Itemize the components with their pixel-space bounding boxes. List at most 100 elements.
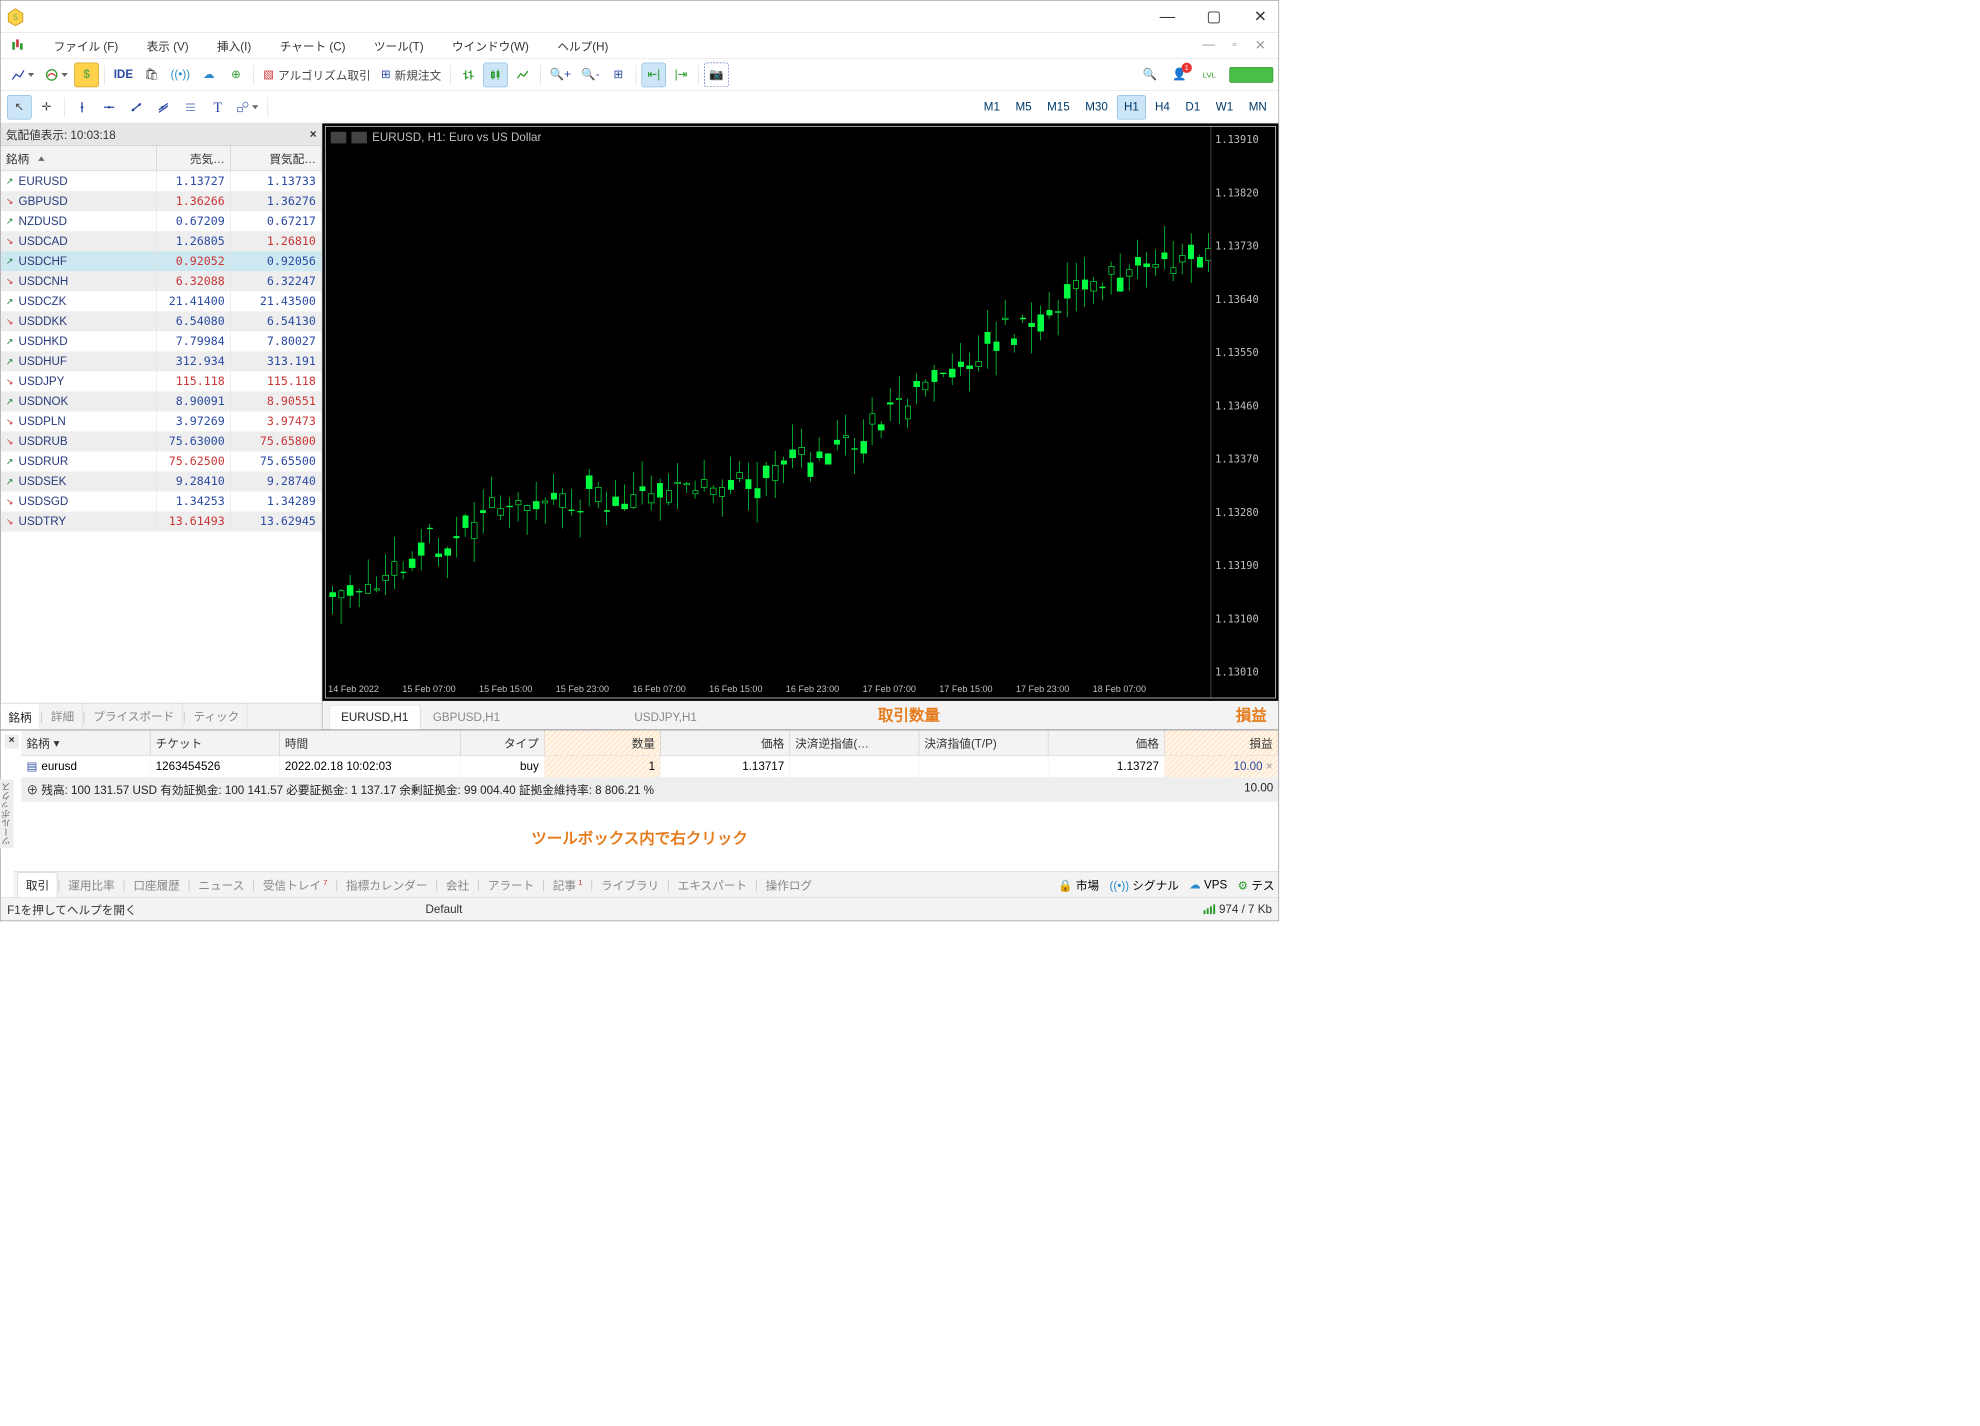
market-icon[interactable]: 🛍: [140, 62, 165, 87]
market-watch-close-icon[interactable]: ×: [310, 128, 317, 142]
shift-icon[interactable]: ⇤|: [642, 62, 667, 87]
toolbox-close-icon[interactable]: ×: [5, 735, 19, 749]
bar-chart-icon[interactable]: [456, 62, 481, 87]
mw-row-usdrur[interactable]: ↗ USDRUR75.6250075.65500: [1, 452, 322, 472]
crosshair-icon[interactable]: ✛: [34, 95, 59, 120]
search-icon[interactable]: 🔍: [1138, 62, 1163, 87]
hline-icon[interactable]: [97, 95, 122, 120]
mw-tab-symbols[interactable]: 銘柄: [1, 703, 40, 729]
toolbox-tab-10[interactable]: エキスパート: [670, 872, 755, 897]
line-chart-icon[interactable]: [510, 62, 535, 87]
toolbox-tab-11[interactable]: 操作ログ: [758, 872, 820, 897]
mw-row-usddkk[interactable]: ↘ USDDKK6.540806.54130: [1, 311, 322, 331]
channel-icon[interactable]: [151, 95, 176, 120]
toolbox-tab-6[interactable]: 会社: [438, 872, 477, 897]
mw-row-usdczk[interactable]: ↗ USDCZK21.4140021.43500: [1, 291, 322, 311]
toolbox-link[interactable]: 🔒 市場: [1058, 876, 1099, 893]
mw-row-usdchf[interactable]: ↗ USDCHF0.920520.92056: [1, 251, 322, 271]
mw-row-usdcnh[interactable]: ↘ USDCNH6.320886.32247: [1, 271, 322, 291]
signal-icon[interactable]: ((•)): [167, 62, 194, 87]
minimize-button[interactable]: —: [1154, 7, 1180, 25]
indicator-button[interactable]: [41, 62, 72, 87]
menu-insert[interactable]: 挿入(I): [214, 36, 253, 55]
timeframe-m30[interactable]: M30: [1079, 95, 1115, 120]
shapes-icon[interactable]: [233, 95, 263, 120]
timeframe-m5[interactable]: M5: [1009, 95, 1038, 120]
screenshot-icon[interactable]: 📷: [704, 62, 729, 87]
sort-asc-icon[interactable]: [38, 156, 44, 161]
mdi-minimize-button[interactable]: —: [1200, 37, 1218, 53]
dollar-icon[interactable]: $: [74, 62, 99, 87]
mw-row-usdtry[interactable]: ↘ USDTRY13.6149313.62945: [1, 512, 322, 532]
timeframe-mn[interactable]: MN: [1242, 95, 1273, 120]
mw-tab-tick[interactable]: ティック: [186, 703, 248, 729]
menu-tools[interactable]: ツール(T): [371, 36, 426, 55]
menu-view[interactable]: 表示 (V): [144, 36, 191, 55]
maximize-button[interactable]: ▢: [1201, 7, 1227, 26]
toolbox-tab-5[interactable]: 指標カレンダー: [338, 872, 435, 897]
toolbox-tab-9[interactable]: ライブラリ: [593, 872, 667, 897]
chart-tab-usdjpy[interactable]: USDJPY,H1: [622, 705, 709, 730]
mw-row-usdrub[interactable]: ↘ USDRUB75.6300075.65800: [1, 432, 322, 452]
trendline-icon[interactable]: [124, 95, 149, 120]
chart-type-line-button[interactable]: [7, 62, 38, 87]
vps-cloud-icon[interactable]: ☁: [197, 62, 222, 87]
mw-tab-details[interactable]: 詳細: [43, 703, 82, 729]
menu-help[interactable]: ヘルプ(H): [555, 36, 611, 55]
mw-row-eurusd[interactable]: ↗ EURUSD1.137271.13733: [1, 171, 322, 191]
timeframe-d1[interactable]: D1: [1179, 95, 1207, 120]
chart-area[interactable]: EURUSD, H1: Euro vs US Dollar 14 Feb 202…: [325, 126, 1276, 698]
toolbox-trade-row[interactable]: ▤ eurusd 1263454526 2022.02.18 10:02:03 …: [21, 756, 1278, 777]
menu-window[interactable]: ウインドウ(W): [449, 36, 531, 55]
zoom-out-icon[interactable]: 🔍-: [577, 62, 603, 87]
chart-tab-gbpusd[interactable]: GBPUSD,H1: [421, 705, 513, 730]
toolbox-link[interactable]: ☁ VPS: [1189, 878, 1227, 892]
mw-row-usdcad[interactable]: ↘ USDCAD1.268051.26810: [1, 231, 322, 251]
toolbox-link[interactable]: ((•)) シグナル: [1110, 876, 1179, 893]
add-chart-icon[interactable]: ⊕: [224, 62, 249, 87]
candle-chart-icon[interactable]: [483, 62, 508, 87]
toolbox-link[interactable]: ⚙ テス: [1238, 876, 1275, 893]
mw-row-nzdusd[interactable]: ↗ NZDUSD0.672090.67217: [1, 211, 322, 231]
menu-chart[interactable]: チャート (C): [277, 36, 348, 55]
close-button[interactable]: ✕: [1247, 7, 1273, 26]
toolbox-tab-2[interactable]: 口座履歴: [126, 872, 188, 897]
mw-row-gbpusd[interactable]: ↘ GBPUSD1.362661.36276: [1, 191, 322, 211]
mw-row-usdpln[interactable]: ↘ USDPLN3.972693.97473: [1, 412, 322, 432]
toolbox-tab-8[interactable]: 記事 1: [545, 872, 590, 897]
grid-icon[interactable]: ⊞: [606, 62, 631, 87]
ide-button[interactable]: IDE: [110, 62, 137, 87]
mw-row-usdnok[interactable]: ↗ USDNOK8.900918.90551: [1, 391, 322, 411]
timeframe-h4[interactable]: H4: [1149, 95, 1177, 120]
mw-tab-priceboard[interactable]: プライスボード: [86, 703, 183, 729]
text-icon[interactable]: T: [205, 95, 230, 120]
menu-file[interactable]: ファイル (F): [51, 36, 121, 55]
mw-row-usdhuf[interactable]: ↗ USDHUF312.934313.191: [1, 351, 322, 371]
fibo-icon[interactable]: [178, 95, 203, 120]
timeframe-h1[interactable]: H1: [1117, 95, 1146, 120]
chart-tab-eurusd[interactable]: EURUSD,H1: [329, 705, 421, 730]
mw-row-usdhkd[interactable]: ↗ USDHKD7.799847.80027: [1, 331, 322, 351]
toolbox-tab-7[interactable]: アラート: [480, 872, 542, 897]
mw-row-usdsgd[interactable]: ↘ USDSGD1.342531.34289: [1, 492, 322, 512]
toolbox-tab-3[interactable]: ニュース: [191, 872, 252, 897]
mdi-close-button[interactable]: ✕: [1251, 37, 1269, 53]
new-order-button[interactable]: ⊞新規注文: [377, 62, 445, 87]
mw-row-usdjpy[interactable]: ↘ USDJPY115.118115.118: [1, 371, 322, 391]
cursor-icon[interactable]: ↖: [7, 95, 32, 120]
timeframe-w1[interactable]: W1: [1209, 95, 1239, 120]
zoom-in-icon[interactable]: 🔍+: [546, 62, 575, 87]
timeframe-m1[interactable]: M1: [977, 95, 1006, 120]
toolbox-tab-4[interactable]: 受信トレイ 7: [255, 872, 335, 897]
toolbox-tab-0[interactable]: 取引: [17, 872, 57, 897]
account-icon[interactable]: 👤1: [1167, 62, 1192, 87]
mw-row-usdsek[interactable]: ↗ USDSEK9.284109.28740: [1, 472, 322, 492]
mdi-restore-button[interactable]: ▫: [1225, 37, 1243, 53]
autoscroll-icon[interactable]: |⇥: [669, 62, 694, 87]
close-trade-icon[interactable]: ×: [1266, 760, 1273, 773]
toolbox-tab-1[interactable]: 運用比率: [61, 872, 123, 897]
algo-trading-button[interactable]: ▧アルゴリズム取引: [259, 62, 374, 87]
vline-icon[interactable]: [70, 95, 95, 120]
lvl-icon[interactable]: LVL: [1197, 62, 1222, 87]
timeframe-m15[interactable]: M15: [1041, 95, 1077, 120]
